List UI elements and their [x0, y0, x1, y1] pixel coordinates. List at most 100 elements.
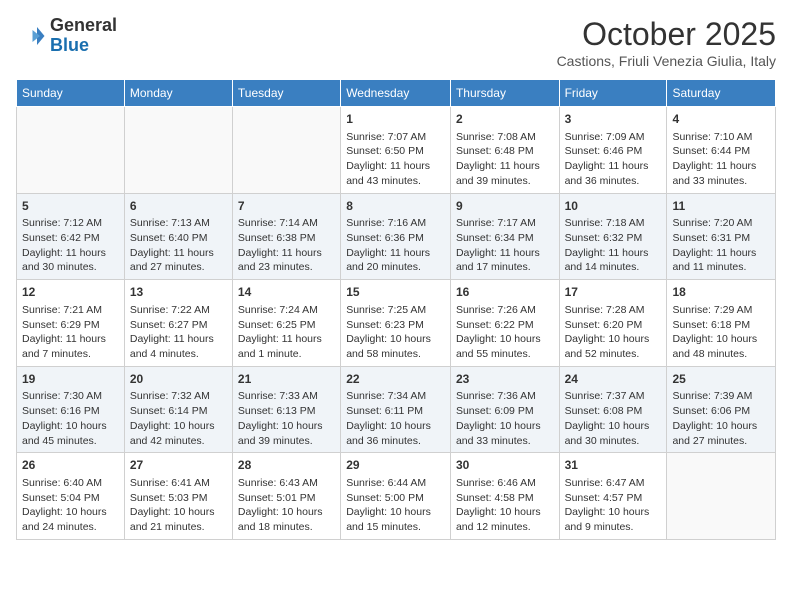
day-number: 31: [565, 457, 662, 474]
day-number: 12: [22, 284, 119, 301]
logo-blue-text: Blue: [50, 36, 117, 56]
calendar-cell: 11Sunrise: 7:20 AM Sunset: 6:31 PM Dayli…: [667, 193, 776, 280]
day-number: 20: [130, 371, 227, 388]
day-number: 24: [565, 371, 662, 388]
logo: General Blue: [16, 16, 117, 56]
calendar-cell: 8Sunrise: 7:16 AM Sunset: 6:36 PM Daylig…: [341, 193, 451, 280]
calendar-cell: 28 Sunrise: 6:43 AM Sunset: 5:01 PM Dayli…: [232, 453, 340, 540]
location-text: Castions, Friuli Venezia Giulia, Italy: [557, 53, 776, 69]
calendar-cell: 19Sunrise: 7:30 AM Sunset: 6:16 PM Dayli…: [17, 366, 125, 453]
calendar-cell: 12 Sunrise: 7:21 AM Sunset: 6:29 PM Dayli…: [17, 280, 125, 367]
calendar-cell: 18 Sunrise: 7:29 AM Sunset: 6:18 PM Dayli…: [667, 280, 776, 367]
day-info: Sunrise: 7:10 AM Sunset: 6:44 PM Dayligh…: [672, 130, 770, 189]
calendar-cell: 4 Sunrise: 7:10 AM Sunset: 6:44 PM Daylig…: [667, 107, 776, 194]
calendar-cell: [17, 107, 125, 194]
calendar-cell: 5Sunrise: 7:12 AM Sunset: 6:42 PM Daylig…: [17, 193, 125, 280]
calendar-cell: 20Sunrise: 7:32 AM Sunset: 6:14 PM Dayli…: [124, 366, 232, 453]
day-number: 22: [346, 371, 445, 388]
day-number: 3: [565, 111, 662, 128]
calendar-cell: 2 Sunrise: 7:08 AM Sunset: 6:48 PM Daylig…: [450, 107, 559, 194]
day-info: Sunrise: 7:29 AM Sunset: 6:18 PM Dayligh…: [672, 303, 770, 362]
day-number: 17: [565, 284, 662, 301]
day-info: Sunrise: 7:13 AM Sunset: 6:40 PM Dayligh…: [130, 216, 227, 275]
day-number: 10: [565, 198, 662, 215]
logo-icon: [16, 21, 46, 51]
day-number: 5: [22, 198, 119, 215]
day-number: 15: [346, 284, 445, 301]
day-info: Sunrise: 7:14 AM Sunset: 6:38 PM Dayligh…: [238, 216, 335, 275]
calendar-cell: 24Sunrise: 7:37 AM Sunset: 6:08 PM Dayli…: [559, 366, 667, 453]
day-number: 23: [456, 371, 554, 388]
calendar-cell: 31Sunrise: 6:47 AM Sunset: 4:57 PM Dayli…: [559, 453, 667, 540]
day-info: Sunrise: 7:07 AM Sunset: 6:50 PM Dayligh…: [346, 130, 445, 189]
calendar-cell: 7Sunrise: 7:14 AM Sunset: 6:38 PM Daylig…: [232, 193, 340, 280]
day-number: 18: [672, 284, 770, 301]
day-info: Sunrise: 7:37 AM Sunset: 6:08 PM Dayligh…: [565, 389, 662, 448]
day-number: 27: [130, 457, 227, 474]
weekday-header-tuesday: Tuesday: [232, 80, 340, 107]
calendar-cell: 16 Sunrise: 7:26 AM Sunset: 6:22 PM Dayli…: [450, 280, 559, 367]
day-info: Sunrise: 7:22 AM Sunset: 6:27 PM Dayligh…: [130, 303, 227, 362]
day-info: Sunrise: 7:33 AM Sunset: 6:13 PM Dayligh…: [238, 389, 335, 448]
calendar-cell: 9Sunrise: 7:17 AM Sunset: 6:34 PM Daylig…: [450, 193, 559, 280]
day-number: 28: [238, 457, 335, 474]
day-number: 14: [238, 284, 335, 301]
calendar-cell: 30Sunrise: 6:46 AM Sunset: 4:58 PM Dayli…: [450, 453, 559, 540]
day-number: 2: [456, 111, 554, 128]
calendar-cell: 25Sunrise: 7:39 AM Sunset: 6:06 PM Dayli…: [667, 366, 776, 453]
calendar-week-2: 5Sunrise: 7:12 AM Sunset: 6:42 PM Daylig…: [17, 193, 776, 280]
calendar-cell: 10Sunrise: 7:18 AM Sunset: 6:32 PM Dayli…: [559, 193, 667, 280]
page-header: General Blue October 2025 Castions, Friu…: [16, 16, 776, 69]
day-info: Sunrise: 7:09 AM Sunset: 6:46 PM Dayligh…: [565, 130, 662, 189]
calendar-week-1: 1 Sunrise: 7:07 AM Sunset: 6:50 PM Daylig…: [17, 107, 776, 194]
calendar-cell: 6Sunrise: 7:13 AM Sunset: 6:40 PM Daylig…: [124, 193, 232, 280]
day-info: Sunrise: 7:17 AM Sunset: 6:34 PM Dayligh…: [456, 216, 554, 275]
calendar-cell: [232, 107, 340, 194]
day-info: Sunrise: 7:21 AM Sunset: 6:29 PM Dayligh…: [22, 303, 119, 362]
calendar-cell: 22Sunrise: 7:34 AM Sunset: 6:11 PM Dayli…: [341, 366, 451, 453]
day-number: 19: [22, 371, 119, 388]
day-info: Sunrise: 6:44 AM Sunset: 5:00 PM Dayligh…: [346, 476, 445, 535]
day-info: Sunrise: 6:43 AM Sunset: 5:01 PM Dayligh…: [238, 476, 335, 535]
weekday-header-wednesday: Wednesday: [341, 80, 451, 107]
weekday-header-friday: Friday: [559, 80, 667, 107]
day-info: Sunrise: 7:12 AM Sunset: 6:42 PM Dayligh…: [22, 216, 119, 275]
day-number: 21: [238, 371, 335, 388]
calendar-cell: [124, 107, 232, 194]
calendar-cell: 13 Sunrise: 7:22 AM Sunset: 6:27 PM Dayli…: [124, 280, 232, 367]
calendar-week-5: 26 Sunrise: 6:40 AM Sunset: 5:04 PM Dayli…: [17, 453, 776, 540]
day-info: Sunrise: 6:40 AM Sunset: 5:04 PM Dayligh…: [22, 476, 119, 535]
day-number: 30: [456, 457, 554, 474]
day-number: 1: [346, 111, 445, 128]
day-info: Sunrise: 7:25 AM Sunset: 6:23 PM Dayligh…: [346, 303, 445, 362]
day-info: Sunrise: 7:18 AM Sunset: 6:32 PM Dayligh…: [565, 216, 662, 275]
month-title: October 2025: [557, 16, 776, 53]
day-number: 29: [346, 457, 445, 474]
day-info: Sunrise: 7:16 AM Sunset: 6:36 PM Dayligh…: [346, 216, 445, 275]
day-number: 7: [238, 198, 335, 215]
calendar-cell: 29 Sunrise: 6:44 AM Sunset: 5:00 PM Dayli…: [341, 453, 451, 540]
calendar-table: SundayMondayTuesdayWednesdayThursdayFrid…: [16, 79, 776, 540]
weekday-header-thursday: Thursday: [450, 80, 559, 107]
day-number: 26: [22, 457, 119, 474]
day-info: Sunrise: 7:32 AM Sunset: 6:14 PM Dayligh…: [130, 389, 227, 448]
day-number: 8: [346, 198, 445, 215]
calendar-week-3: 12 Sunrise: 7:21 AM Sunset: 6:29 PM Dayli…: [17, 280, 776, 367]
calendar-cell: 17 Sunrise: 7:28 AM Sunset: 6:20 PM Dayli…: [559, 280, 667, 367]
title-block: October 2025 Castions, Friuli Venezia Gi…: [557, 16, 776, 69]
calendar-cell: 14 Sunrise: 7:24 AM Sunset: 6:25 PM Dayli…: [232, 280, 340, 367]
weekday-header-sunday: Sunday: [17, 80, 125, 107]
day-info: Sunrise: 7:20 AM Sunset: 6:31 PM Dayligh…: [672, 216, 770, 275]
calendar-cell: 23Sunrise: 7:36 AM Sunset: 6:09 PM Dayli…: [450, 366, 559, 453]
day-info: Sunrise: 7:28 AM Sunset: 6:20 PM Dayligh…: [565, 303, 662, 362]
calendar-cell: 3 Sunrise: 7:09 AM Sunset: 6:46 PM Daylig…: [559, 107, 667, 194]
day-number: 16: [456, 284, 554, 301]
day-info: Sunrise: 7:30 AM Sunset: 6:16 PM Dayligh…: [22, 389, 119, 448]
day-info: Sunrise: 7:08 AM Sunset: 6:48 PM Dayligh…: [456, 130, 554, 189]
day-number: 13: [130, 284, 227, 301]
day-number: 4: [672, 111, 770, 128]
day-info: Sunrise: 7:24 AM Sunset: 6:25 PM Dayligh…: [238, 303, 335, 362]
day-info: Sunrise: 7:26 AM Sunset: 6:22 PM Dayligh…: [456, 303, 554, 362]
calendar-cell: 21Sunrise: 7:33 AM Sunset: 6:13 PM Dayli…: [232, 366, 340, 453]
weekday-header-row: SundayMondayTuesdayWednesdayThursdayFrid…: [17, 80, 776, 107]
